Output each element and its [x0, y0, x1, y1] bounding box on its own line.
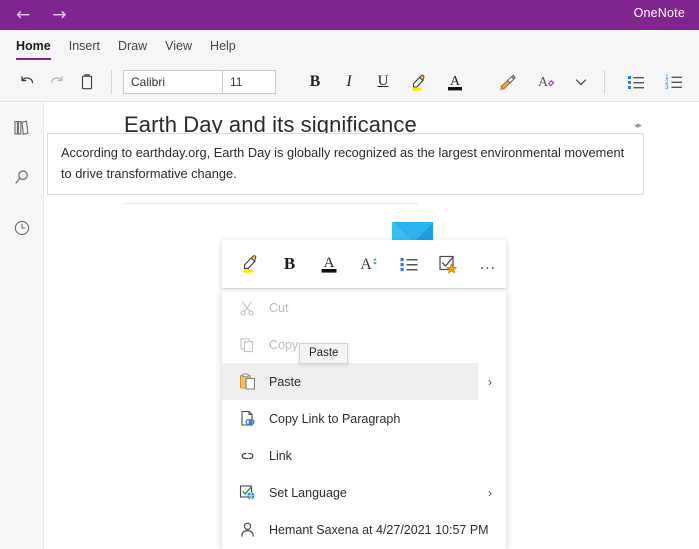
tab-view[interactable]: View [165, 30, 192, 62]
menu-item-author-timestamp[interactable]: Hemant Saxena at 4/27/2021 10:57 PM [222, 511, 506, 548]
clipboard-icon[interactable] [72, 67, 102, 97]
chevron-down-icon[interactable] [564, 67, 598, 97]
svg-text:A: A [450, 74, 461, 89]
italic-button[interactable]: I [332, 67, 366, 97]
navigation-arrows: ← → [0, 7, 67, 24]
menu-item-author-label: Hemant Saxena at 4/27/2021 10:57 PM [269, 523, 489, 537]
tab-draw[interactable]: Draw [118, 30, 147, 62]
menu-item-copy-link-label: Copy Link to Paragraph [269, 412, 400, 426]
menu-item-link-label: Link [269, 449, 292, 463]
numbered-list-icon[interactable]: 1 2 3 [655, 67, 693, 97]
app-title: OneNote [634, 6, 685, 20]
ribbon-toolbar: B I U A A [0, 62, 699, 102]
menu-item-paste[interactable]: Paste › [222, 363, 478, 400]
onenote-window: ← → OneNote Home Insert Draw View Help [0, 0, 699, 549]
context-menu: Cut Copy Paste › [222, 288, 506, 549]
font-size-icon[interactable]: A [351, 245, 387, 283]
note-container[interactable]: According to earthday.org, Earth Day is … [47, 133, 644, 195]
font-size-input[interactable] [223, 71, 275, 93]
menu-item-set-language-label: Set Language [269, 486, 347, 500]
chevron-right-icon-2[interactable]: › [488, 474, 492, 511]
note-text[interactable]: According to earthday.org, Earth Day is … [61, 143, 636, 184]
bullet-list-icon[interactable] [617, 67, 655, 97]
menu-item-link[interactable]: Link [222, 437, 506, 474]
title-bar: ← → OneNote [0, 0, 699, 30]
underline-button[interactable]: U [366, 67, 400, 97]
ribbon-tab-bar: Home Insert Draw View Help [0, 30, 699, 62]
bold-icon[interactable]: B [272, 245, 308, 283]
font-color-icon[interactable]: A [311, 245, 347, 283]
font-controls [123, 70, 276, 94]
menu-item-cut-label: Cut [269, 301, 288, 315]
recent-notes-icon[interactable] [7, 213, 37, 243]
tab-home[interactable]: Home [16, 30, 51, 62]
notebooks-icon[interactable] [7, 113, 37, 143]
copy-icon [236, 334, 258, 356]
link-icon [236, 445, 258, 467]
paste-tooltip: Paste [299, 343, 348, 364]
highlighter-icon[interactable] [400, 67, 436, 97]
svg-text:A: A [324, 255, 335, 271]
menu-item-copy-link-to-paragraph[interactable]: Copy Link to Paragraph [222, 400, 506, 437]
paste-icon [236, 371, 258, 393]
person-icon [236, 519, 258, 541]
menu-item-cut: Cut [222, 289, 506, 326]
more-options-icon[interactable]: … [470, 245, 506, 283]
tab-insert[interactable]: Insert [69, 30, 100, 62]
font-name-input[interactable] [124, 71, 222, 93]
menu-item-set-language[interactable]: Set Language › [222, 474, 506, 511]
search-icon[interactable] [7, 163, 37, 193]
clear-formatting-icon[interactable]: A [526, 67, 564, 97]
redo-icon[interactable] [42, 67, 72, 97]
mini-formatting-toolbar: B A A [222, 240, 506, 288]
chevron-right-icon[interactable]: › [488, 363, 492, 400]
font-color-icon[interactable]: A [436, 67, 474, 97]
note-drag-handle-dots [333, 128, 359, 132]
menu-item-copy: Copy [222, 326, 506, 363]
toolbar-divider-2 [604, 70, 605, 94]
svg-text:A: A [360, 256, 372, 273]
copy-link-icon [236, 408, 258, 430]
highlighter-icon[interactable] [232, 245, 268, 283]
todo-tag-icon[interactable] [431, 245, 467, 283]
arrow-right-icon[interactable]: → [52, 7, 66, 24]
toolbar-divider [111, 70, 112, 94]
menu-item-copy-label: Copy [269, 338, 298, 352]
left-navigation-rail [0, 103, 44, 549]
menu-item-paste-label: Paste [269, 375, 301, 389]
arrow-left-icon[interactable]: ← [16, 7, 30, 24]
svg-text:A: A [538, 75, 549, 90]
set-language-icon [236, 482, 258, 504]
format-painter-icon[interactable] [490, 67, 526, 97]
svg-text:3: 3 [665, 84, 669, 91]
bold-button[interactable]: B [298, 67, 332, 97]
tab-help[interactable]: Help [210, 30, 236, 62]
note-resize-handle[interactable]: ◂▸ [634, 120, 641, 131]
undo-icon[interactable] [12, 67, 42, 97]
bullet-list-icon[interactable] [391, 245, 427, 283]
scissors-icon [236, 297, 258, 319]
